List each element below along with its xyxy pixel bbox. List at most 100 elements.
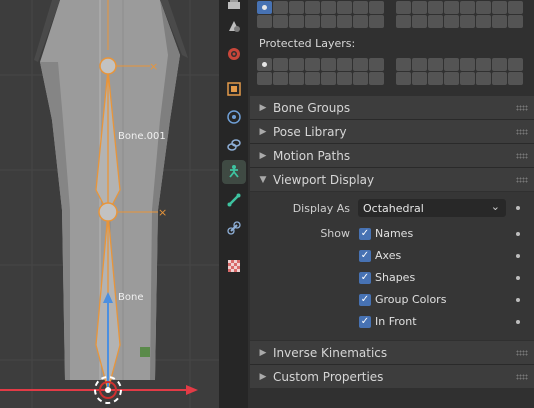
tab-world[interactable] [222, 42, 246, 66]
layer-button[interactable] [396, 15, 411, 28]
protected-layer-button[interactable] [257, 58, 272, 71]
keyframe-dot-icon[interactable] [516, 232, 520, 236]
drag-handle-icon[interactable] [516, 153, 528, 159]
3d-viewport[interactable]: × × Bone.001 Bone [0, 0, 219, 408]
viewport-canvas[interactable]: × × Bone.001 Bone [0, 0, 219, 408]
layer-button[interactable] [337, 15, 352, 28]
display-as-dropdown[interactable]: Octahedral ⌄ [358, 199, 506, 217]
layer-button[interactable] [257, 15, 272, 28]
layer-button[interactable] [305, 1, 320, 14]
protected-layer-button[interactable] [412, 58, 427, 71]
protected-layer-button[interactable] [412, 72, 427, 85]
keyframe-dot-icon[interactable] [516, 298, 520, 302]
protected-layer-button[interactable] [476, 72, 491, 85]
protected-layer-button[interactable] [321, 58, 336, 71]
protected-layer-button[interactable] [396, 72, 411, 85]
protected-layer-button[interactable] [273, 72, 288, 85]
layer-button[interactable] [289, 1, 304, 14]
layer-button[interactable] [321, 1, 336, 14]
layer-button[interactable] [476, 1, 491, 14]
panel-pose-library[interactable]: ▶ Pose Library [250, 120, 534, 143]
names-checkbox[interactable]: ✓ [359, 228, 371, 240]
protected-layer-button[interactable] [321, 72, 336, 85]
protected-layer-button[interactable] [508, 72, 523, 85]
tab-modifiers[interactable] [222, 105, 246, 129]
keyframe-dot-icon[interactable] [516, 320, 520, 324]
drag-handle-icon[interactable] [516, 129, 528, 135]
protected-layer-button[interactable] [396, 58, 411, 71]
protected-layer-button[interactable] [444, 72, 459, 85]
protected-layer-button[interactable] [273, 58, 288, 71]
layer-button[interactable] [508, 15, 523, 28]
drag-handle-icon[interactable] [516, 177, 528, 183]
drag-handle-icon[interactable] [516, 350, 528, 356]
axes-checkbox[interactable]: ✓ [359, 250, 371, 262]
layer-button[interactable] [412, 1, 427, 14]
protected-layer-button[interactable] [476, 58, 491, 71]
protected-layer-button[interactable] [492, 72, 507, 85]
keyframe-dot-icon[interactable] [516, 254, 520, 258]
protected-layer-button[interactable] [353, 58, 368, 71]
layer-button[interactable] [273, 1, 288, 14]
protected-layer-button[interactable] [460, 72, 475, 85]
layer-button[interactable] [444, 15, 459, 28]
layer-button[interactable] [444, 1, 459, 14]
layer-button[interactable] [428, 15, 443, 28]
in-front-checkbox[interactable]: ✓ [359, 316, 371, 328]
protected-layer-button[interactable] [257, 72, 272, 85]
protected-layer-button[interactable] [444, 58, 459, 71]
protected-layer-button[interactable] [337, 58, 352, 71]
texture-icon [228, 260, 240, 272]
protected-layer-button[interactable] [305, 72, 320, 85]
keyframe-dot-icon[interactable] [516, 276, 520, 280]
panel-bone-groups[interactable]: ▶ Bone Groups [250, 96, 534, 119]
layer-button[interactable] [369, 1, 384, 14]
layer-button[interactable] [305, 15, 320, 28]
tab-bone[interactable] [222, 188, 246, 212]
protected-layer-button[interactable] [460, 58, 475, 71]
tab-object[interactable] [222, 77, 246, 101]
panel-motion-paths[interactable]: ▶ Motion Paths [250, 144, 534, 167]
protected-layer-button[interactable] [492, 58, 507, 71]
layer-button[interactable] [476, 15, 491, 28]
protected-layer-button[interactable] [369, 58, 384, 71]
layer-button[interactable] [337, 1, 352, 14]
protected-layer-button[interactable] [428, 58, 443, 71]
layer-button[interactable] [428, 1, 443, 14]
protected-layer-button[interactable] [289, 72, 304, 85]
layer-button[interactable] [353, 15, 368, 28]
layer-button[interactable] [369, 15, 384, 28]
layer-button[interactable] [460, 15, 475, 28]
panel-viewport-display[interactable]: ▼ Viewport Display [250, 168, 534, 191]
protected-layer-button[interactable] [353, 72, 368, 85]
layer-button[interactable] [460, 1, 475, 14]
protected-layer-button[interactable] [289, 58, 304, 71]
drag-handle-icon[interactable] [516, 105, 528, 111]
panel-inverse-kinematics[interactable]: ▶ Inverse Kinematics [250, 341, 534, 364]
keyframe-dot-icon[interactable] [516, 206, 520, 210]
protected-layer-button[interactable] [305, 58, 320, 71]
layer-button[interactable] [321, 15, 336, 28]
drag-handle-icon[interactable] [516, 374, 528, 380]
tab-bone-constraints[interactable] [222, 216, 246, 240]
group-colors-checkbox[interactable]: ✓ [359, 294, 371, 306]
protected-layer-button[interactable] [337, 72, 352, 85]
panel-custom-properties[interactable]: ▶ Custom Properties [250, 365, 534, 388]
layer-button[interactable] [492, 15, 507, 28]
layer-button[interactable] [257, 1, 272, 14]
protected-layer-button[interactable] [369, 72, 384, 85]
layer-button[interactable] [289, 15, 304, 28]
tab-constraints[interactable] [222, 133, 246, 157]
tab-texture[interactable] [222, 254, 246, 278]
layer-button[interactable] [273, 15, 288, 28]
tab-scene[interactable] [222, 14, 246, 38]
protected-layer-button[interactable] [428, 72, 443, 85]
layer-button[interactable] [353, 1, 368, 14]
protected-layer-button[interactable] [508, 58, 523, 71]
layer-button[interactable] [508, 1, 523, 14]
layer-button[interactable] [492, 1, 507, 14]
shapes-checkbox[interactable]: ✓ [359, 272, 371, 284]
tab-armature[interactable] [222, 160, 246, 184]
layer-button[interactable] [412, 15, 427, 28]
layer-button[interactable] [396, 1, 411, 14]
